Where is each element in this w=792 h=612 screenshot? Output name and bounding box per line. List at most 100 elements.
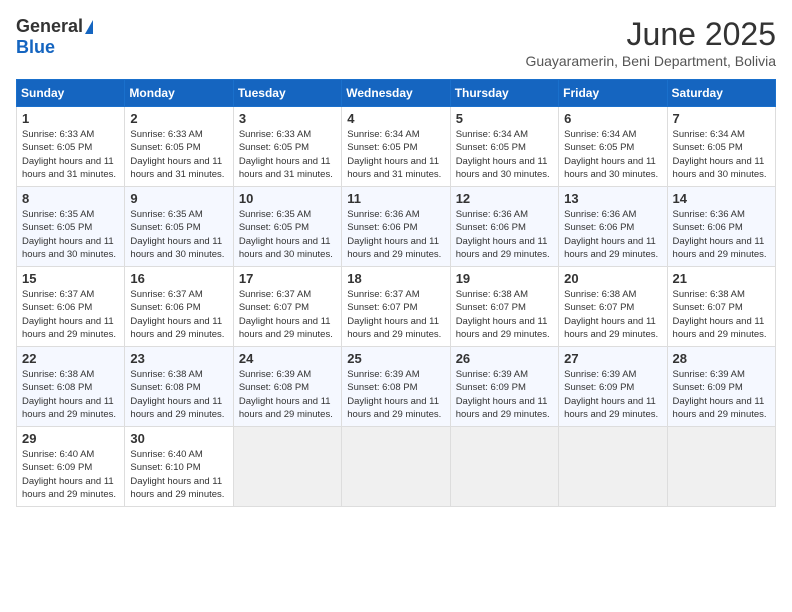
calendar-cell: 17 Sunrise: 6:37 AM Sunset: 6:07 PM Dayl… [233, 267, 341, 347]
calendar-cell: 29 Sunrise: 6:40 AM Sunset: 6:09 PM Dayl… [17, 427, 125, 507]
logo-triangle-icon [85, 20, 93, 34]
calendar-cell: 6 Sunrise: 6:34 AM Sunset: 6:05 PM Dayli… [559, 107, 667, 187]
day-number: 13 [564, 191, 661, 206]
day-info: Sunrise: 6:39 AM Sunset: 6:09 PM Dayligh… [564, 368, 661, 421]
calendar-cell: 24 Sunrise: 6:39 AM Sunset: 6:08 PM Dayl… [233, 347, 341, 427]
day-number: 15 [22, 271, 119, 286]
day-info: Sunrise: 6:37 AM Sunset: 6:07 PM Dayligh… [347, 288, 444, 341]
day-info: Sunrise: 6:36 AM Sunset: 6:06 PM Dayligh… [456, 208, 553, 261]
calendar-cell [342, 427, 450, 507]
day-info: Sunrise: 6:36 AM Sunset: 6:06 PM Dayligh… [347, 208, 444, 261]
day-info: Sunrise: 6:34 AM Sunset: 6:05 PM Dayligh… [564, 128, 661, 181]
day-number: 7 [673, 111, 770, 126]
logo-general-text: General [16, 16, 83, 37]
day-info: Sunrise: 6:37 AM Sunset: 6:07 PM Dayligh… [239, 288, 336, 341]
calendar-cell: 23 Sunrise: 6:38 AM Sunset: 6:08 PM Dayl… [125, 347, 233, 427]
calendar-cell: 13 Sunrise: 6:36 AM Sunset: 6:06 PM Dayl… [559, 187, 667, 267]
calendar-cell: 30 Sunrise: 6:40 AM Sunset: 6:10 PM Dayl… [125, 427, 233, 507]
calendar-week-2: 8 Sunrise: 6:35 AM Sunset: 6:05 PM Dayli… [17, 187, 776, 267]
day-info: Sunrise: 6:34 AM Sunset: 6:05 PM Dayligh… [456, 128, 553, 181]
day-info: Sunrise: 6:35 AM Sunset: 6:05 PM Dayligh… [22, 208, 119, 261]
day-info: Sunrise: 6:37 AM Sunset: 6:06 PM Dayligh… [130, 288, 227, 341]
day-number: 21 [673, 271, 770, 286]
day-number: 5 [456, 111, 553, 126]
calendar-cell [559, 427, 667, 507]
day-info: Sunrise: 6:38 AM Sunset: 6:07 PM Dayligh… [564, 288, 661, 341]
calendar-cell: 5 Sunrise: 6:34 AM Sunset: 6:05 PM Dayli… [450, 107, 558, 187]
calendar-cell: 12 Sunrise: 6:36 AM Sunset: 6:06 PM Dayl… [450, 187, 558, 267]
calendar-cell: 3 Sunrise: 6:33 AM Sunset: 6:05 PM Dayli… [233, 107, 341, 187]
day-info: Sunrise: 6:38 AM Sunset: 6:08 PM Dayligh… [22, 368, 119, 421]
logo-blue-text: Blue [16, 37, 55, 58]
title-area: June 2025 Guayaramerin, Beni Department,… [525, 16, 776, 69]
calendar-header-thursday: Thursday [450, 80, 558, 107]
month-title: June 2025 [525, 16, 776, 53]
calendar-header-wednesday: Wednesday [342, 80, 450, 107]
calendar-cell [667, 427, 775, 507]
calendar-cell: 22 Sunrise: 6:38 AM Sunset: 6:08 PM Dayl… [17, 347, 125, 427]
day-info: Sunrise: 6:34 AM Sunset: 6:05 PM Dayligh… [347, 128, 444, 181]
day-number: 25 [347, 351, 444, 366]
calendar-cell: 19 Sunrise: 6:38 AM Sunset: 6:07 PM Dayl… [450, 267, 558, 347]
calendar-header-sunday: Sunday [17, 80, 125, 107]
calendar-cell [233, 427, 341, 507]
day-info: Sunrise: 6:40 AM Sunset: 6:09 PM Dayligh… [22, 448, 119, 501]
day-number: 19 [456, 271, 553, 286]
calendar-header-saturday: Saturday [667, 80, 775, 107]
day-info: Sunrise: 6:39 AM Sunset: 6:09 PM Dayligh… [673, 368, 770, 421]
calendar-cell: 28 Sunrise: 6:39 AM Sunset: 6:09 PM Dayl… [667, 347, 775, 427]
calendar-week-3: 15 Sunrise: 6:37 AM Sunset: 6:06 PM Dayl… [17, 267, 776, 347]
day-info: Sunrise: 6:38 AM Sunset: 6:07 PM Dayligh… [456, 288, 553, 341]
day-info: Sunrise: 6:36 AM Sunset: 6:06 PM Dayligh… [673, 208, 770, 261]
day-number: 14 [673, 191, 770, 206]
day-number: 22 [22, 351, 119, 366]
day-number: 6 [564, 111, 661, 126]
calendar-table: SundayMondayTuesdayWednesdayThursdayFrid… [16, 79, 776, 507]
calendar-cell: 26 Sunrise: 6:39 AM Sunset: 6:09 PM Dayl… [450, 347, 558, 427]
day-info: Sunrise: 6:34 AM Sunset: 6:05 PM Dayligh… [673, 128, 770, 181]
calendar-cell: 25 Sunrise: 6:39 AM Sunset: 6:08 PM Dayl… [342, 347, 450, 427]
day-number: 16 [130, 271, 227, 286]
calendar-cell: 2 Sunrise: 6:33 AM Sunset: 6:05 PM Dayli… [125, 107, 233, 187]
day-number: 24 [239, 351, 336, 366]
calendar-header-row: SundayMondayTuesdayWednesdayThursdayFrid… [17, 80, 776, 107]
calendar-week-1: 1 Sunrise: 6:33 AM Sunset: 6:05 PM Dayli… [17, 107, 776, 187]
day-info: Sunrise: 6:33 AM Sunset: 6:05 PM Dayligh… [22, 128, 119, 181]
calendar-cell: 18 Sunrise: 6:37 AM Sunset: 6:07 PM Dayl… [342, 267, 450, 347]
calendar-cell: 21 Sunrise: 6:38 AM Sunset: 6:07 PM Dayl… [667, 267, 775, 347]
calendar-cell: 8 Sunrise: 6:35 AM Sunset: 6:05 PM Dayli… [17, 187, 125, 267]
day-number: 9 [130, 191, 227, 206]
day-number: 23 [130, 351, 227, 366]
calendar-cell: 7 Sunrise: 6:34 AM Sunset: 6:05 PM Dayli… [667, 107, 775, 187]
day-info: Sunrise: 6:37 AM Sunset: 6:06 PM Dayligh… [22, 288, 119, 341]
calendar-week-4: 22 Sunrise: 6:38 AM Sunset: 6:08 PM Dayl… [17, 347, 776, 427]
day-number: 11 [347, 191, 444, 206]
day-number: 12 [456, 191, 553, 206]
calendar-cell [450, 427, 558, 507]
day-number: 8 [22, 191, 119, 206]
location-subtitle: Guayaramerin, Beni Department, Bolivia [525, 53, 776, 69]
calendar-header-monday: Monday [125, 80, 233, 107]
calendar-header-tuesday: Tuesday [233, 80, 341, 107]
calendar-cell: 15 Sunrise: 6:37 AM Sunset: 6:06 PM Dayl… [17, 267, 125, 347]
day-info: Sunrise: 6:36 AM Sunset: 6:06 PM Dayligh… [564, 208, 661, 261]
day-number: 26 [456, 351, 553, 366]
calendar-header-friday: Friday [559, 80, 667, 107]
calendar-cell: 1 Sunrise: 6:33 AM Sunset: 6:05 PM Dayli… [17, 107, 125, 187]
calendar-body: 1 Sunrise: 6:33 AM Sunset: 6:05 PM Dayli… [17, 107, 776, 507]
day-info: Sunrise: 6:35 AM Sunset: 6:05 PM Dayligh… [130, 208, 227, 261]
day-number: 2 [130, 111, 227, 126]
day-number: 28 [673, 351, 770, 366]
day-number: 27 [564, 351, 661, 366]
calendar-cell: 14 Sunrise: 6:36 AM Sunset: 6:06 PM Dayl… [667, 187, 775, 267]
day-number: 10 [239, 191, 336, 206]
day-info: Sunrise: 6:39 AM Sunset: 6:08 PM Dayligh… [239, 368, 336, 421]
day-info: Sunrise: 6:38 AM Sunset: 6:08 PM Dayligh… [130, 368, 227, 421]
calendar-cell: 9 Sunrise: 6:35 AM Sunset: 6:05 PM Dayli… [125, 187, 233, 267]
calendar-cell: 27 Sunrise: 6:39 AM Sunset: 6:09 PM Dayl… [559, 347, 667, 427]
day-info: Sunrise: 6:40 AM Sunset: 6:10 PM Dayligh… [130, 448, 227, 501]
day-number: 20 [564, 271, 661, 286]
day-number: 3 [239, 111, 336, 126]
page-header: General Blue June 2025 Guayaramerin, Ben… [16, 16, 776, 69]
day-number: 1 [22, 111, 119, 126]
